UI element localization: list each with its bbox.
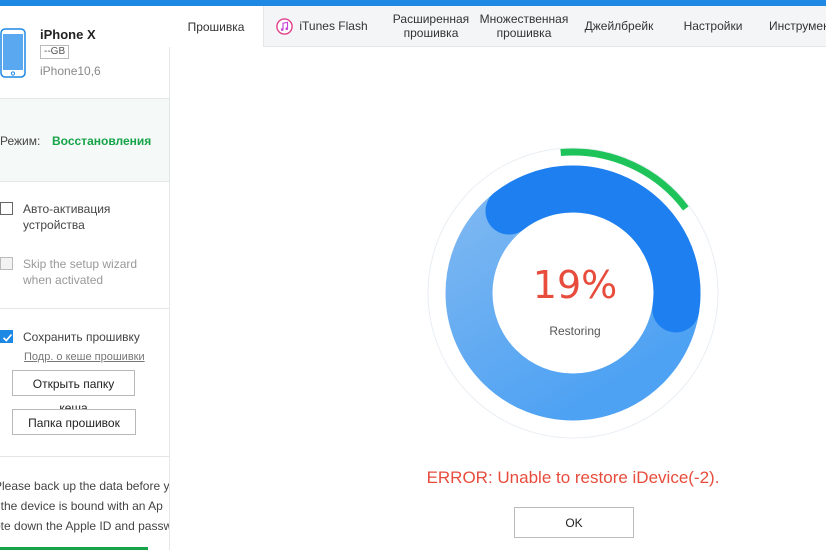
open-cache-folder-button[interactable]: Открыть папку кеша	[12, 370, 135, 415]
auto-activation-checkbox[interactable]	[0, 202, 13, 215]
tab-firmware[interactable]: Прошивка	[169, 6, 264, 47]
notice-line: ote down the Apple ID and passw	[0, 519, 170, 533]
device-storage: --GB	[40, 45, 70, 59]
tab-advanced-firmware[interactable]: Расширенная прошивка	[380, 6, 482, 46]
skip-wizard-checkbox[interactable]	[0, 257, 13, 270]
cache-info-link[interactable]: Подр. о кеше прошивки	[24, 351, 145, 363]
error-message: ERROR: Unable to restore iDevice(-2).	[426, 468, 720, 487]
tab-label: Расширенная прошивка	[392, 12, 470, 40]
main-panel: 19% Restoring ERROR: Unable to restore i…	[170, 47, 826, 550]
save-firmware-label: Сохранить прошивку	[23, 330, 140, 344]
device-info: iPhone X --GB iPhone10,6	[0, 6, 169, 98]
divider	[0, 308, 169, 309]
progress-percent: 19%	[532, 263, 618, 307]
phone-icon	[0, 28, 26, 78]
tab-label: Прошивка	[187, 19, 245, 34]
mode-value: Восстановления	[52, 134, 152, 148]
tab-label: Инструмен	[769, 19, 826, 33]
tab-settings[interactable]: Настройки	[669, 6, 757, 46]
device-model: iPhone10,6	[40, 64, 101, 78]
ok-button[interactable]: OK	[514, 507, 634, 538]
backup-notice: Please back up the data before yo f the …	[0, 476, 170, 536]
tab-jailbreak[interactable]: Джейлбрейк	[569, 6, 669, 46]
progress-status: Restoring	[549, 324, 601, 338]
device-name: iPhone X	[40, 27, 96, 42]
skip-wizard-label: Skip the setup wizard when activated	[23, 257, 138, 287]
save-firmware-checkbox[interactable]	[0, 330, 13, 343]
firmware-folder-button[interactable]: Папка прошивок	[12, 409, 136, 435]
mode-panel: Режим: Восстановления	[0, 98, 169, 182]
auto-activation-label: Авто-активация устройства	[23, 202, 111, 232]
divider	[0, 456, 169, 457]
tab-tools[interactable]: Инструмен	[757, 6, 826, 46]
checkmark-icon	[2, 333, 13, 342]
tab-label: Джейлбрейк	[584, 19, 654, 33]
tab-label: Настройки	[683, 19, 743, 33]
mode-label: Режим:	[0, 134, 41, 148]
tab-label: Множественная прошивка	[479, 12, 569, 40]
tab-itunes-flash[interactable]: iTunes Flash	[264, 6, 380, 46]
notice-line: Please back up the data before yo	[0, 479, 170, 493]
notice-line: f the device is bound with an Ap	[0, 499, 163, 513]
sidebar: iPhone X --GB iPhone10,6 Режим: Восстано…	[0, 6, 170, 550]
tab-bar: Прошивка iTunes Flash Расширенная прошив…	[169, 6, 826, 47]
tab-label: iTunes Flash	[299, 19, 368, 33]
itunes-icon	[276, 17, 294, 35]
tab-multiple-firmware[interactable]: Множественная прошивка	[479, 6, 569, 46]
